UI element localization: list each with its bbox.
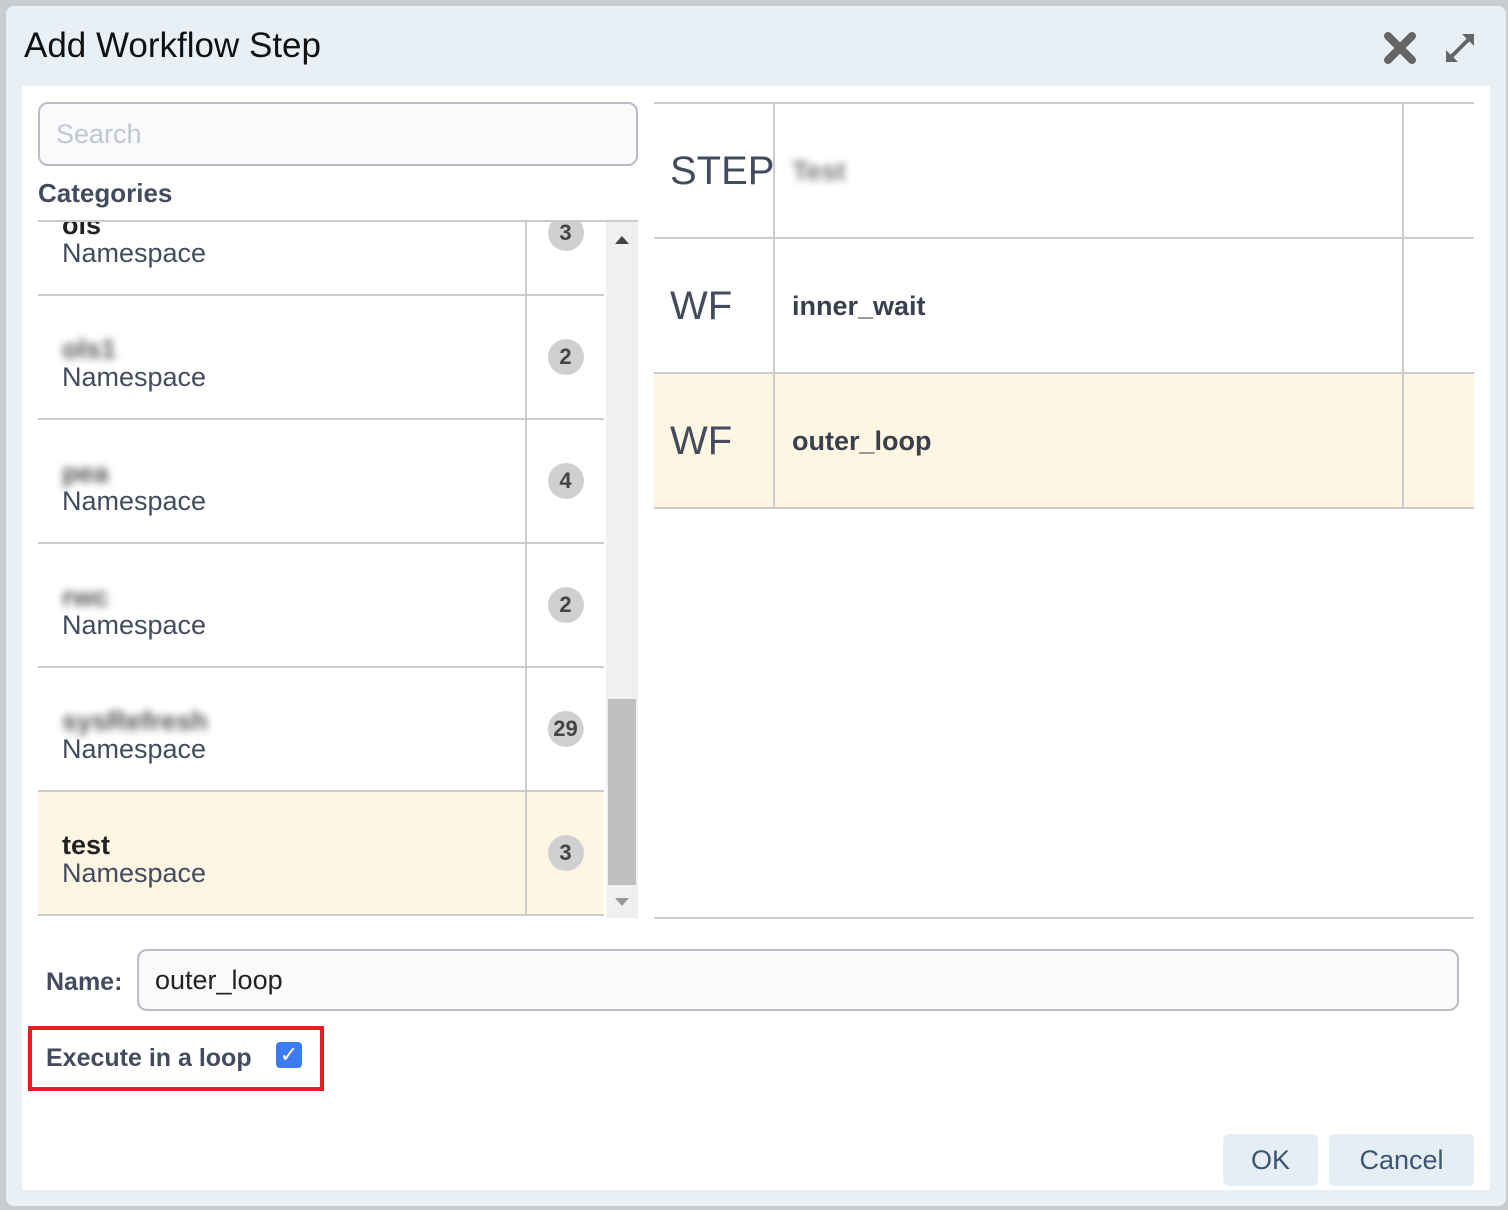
step-name: Test [792, 156, 846, 186]
count-badge: 3 [547, 835, 584, 871]
search-input[interactable] [38, 102, 638, 166]
category-item[interactable]: pea Namespace 4 [38, 420, 604, 544]
step-row[interactable]: STEP Test [654, 104, 1474, 239]
categories-heading: Categories [38, 178, 173, 208]
loop-highlight-box: Execute in a loop ✓ [28, 1026, 324, 1091]
count-badge: 2 [547, 587, 584, 623]
count-badge: 29 [547, 711, 584, 747]
category-count-cell: 4 [525, 420, 604, 542]
category-name: test [62, 830, 111, 860]
step-row[interactable]: WF inner_wait [654, 239, 1474, 374]
count-badge: 2 [547, 339, 584, 375]
name-label: Name: [46, 968, 123, 996]
close-icon[interactable] [1382, 30, 1418, 66]
step-row[interactable]: WF outer_loop [654, 374, 1474, 509]
name-input[interactable] [137, 949, 1459, 1011]
categories-list: ols Namespace 3 ols1 Namespace 2 pea Names… [38, 220, 638, 918]
column-divider [1402, 104, 1404, 237]
category-count-cell: 29 [525, 668, 604, 790]
category-count-cell: 3 [525, 222, 604, 294]
dialog-title: Add Workflow Step [24, 26, 321, 65]
category-type: Namespace [62, 238, 207, 268]
column-divider [1402, 239, 1404, 372]
category-count-cell: 2 [525, 544, 604, 666]
scrollbar-thumb[interactable] [608, 699, 636, 885]
category-item[interactable]: test Namespace 3 [38, 792, 604, 916]
count-badge: 4 [547, 463, 584, 499]
add-workflow-step-dialog: Add Workflow Step Categories ols Namespa… [6, 6, 1506, 1206]
steps-table: STEP Test WF inner_wait WF outer_loop [654, 102, 1474, 919]
expand-icon[interactable] [1442, 30, 1478, 66]
step-name: outer_loop [792, 426, 932, 456]
step-name: inner_wait [792, 291, 926, 321]
scrollbar[interactable] [606, 222, 638, 918]
count-badge: 3 [547, 222, 584, 251]
scroll-up-icon[interactable] [615, 236, 629, 244]
category-item[interactable]: ols Namespace 3 [38, 222, 604, 296]
category-item[interactable]: sysRefresh Namespace 29 [38, 668, 604, 792]
category-name: pea [62, 458, 109, 488]
category-count-cell: 2 [525, 296, 604, 418]
category-count-cell: 3 [525, 792, 604, 914]
category-name: ols1 [62, 334, 117, 364]
category-type: Namespace [62, 734, 207, 764]
step-type: WF [654, 374, 775, 507]
category-name: sysRefresh [62, 706, 208, 736]
column-divider [1402, 374, 1404, 507]
category-type: Namespace [62, 858, 207, 888]
dialog-body: Categories ols Namespace 3ols1 Namespace… [22, 86, 1490, 1190]
ok-button[interactable]: OK [1223, 1134, 1318, 1186]
step-type: STEP [654, 104, 775, 237]
category-name: rwc [62, 582, 109, 612]
category-item[interactable]: rwc Namespace 2 [38, 544, 604, 668]
category-item[interactable]: ols1 Namespace 2 [38, 296, 604, 420]
step-type: WF [654, 239, 775, 372]
cancel-button[interactable]: Cancel [1329, 1134, 1474, 1186]
category-type: Namespace [62, 362, 207, 392]
scroll-down-icon[interactable] [615, 898, 629, 906]
execute-loop-label: Execute in a loop [46, 1044, 252, 1072]
category-type: Namespace [62, 486, 207, 516]
category-type: Namespace [62, 610, 207, 640]
execute-loop-checkbox[interactable]: ✓ [276, 1042, 302, 1068]
